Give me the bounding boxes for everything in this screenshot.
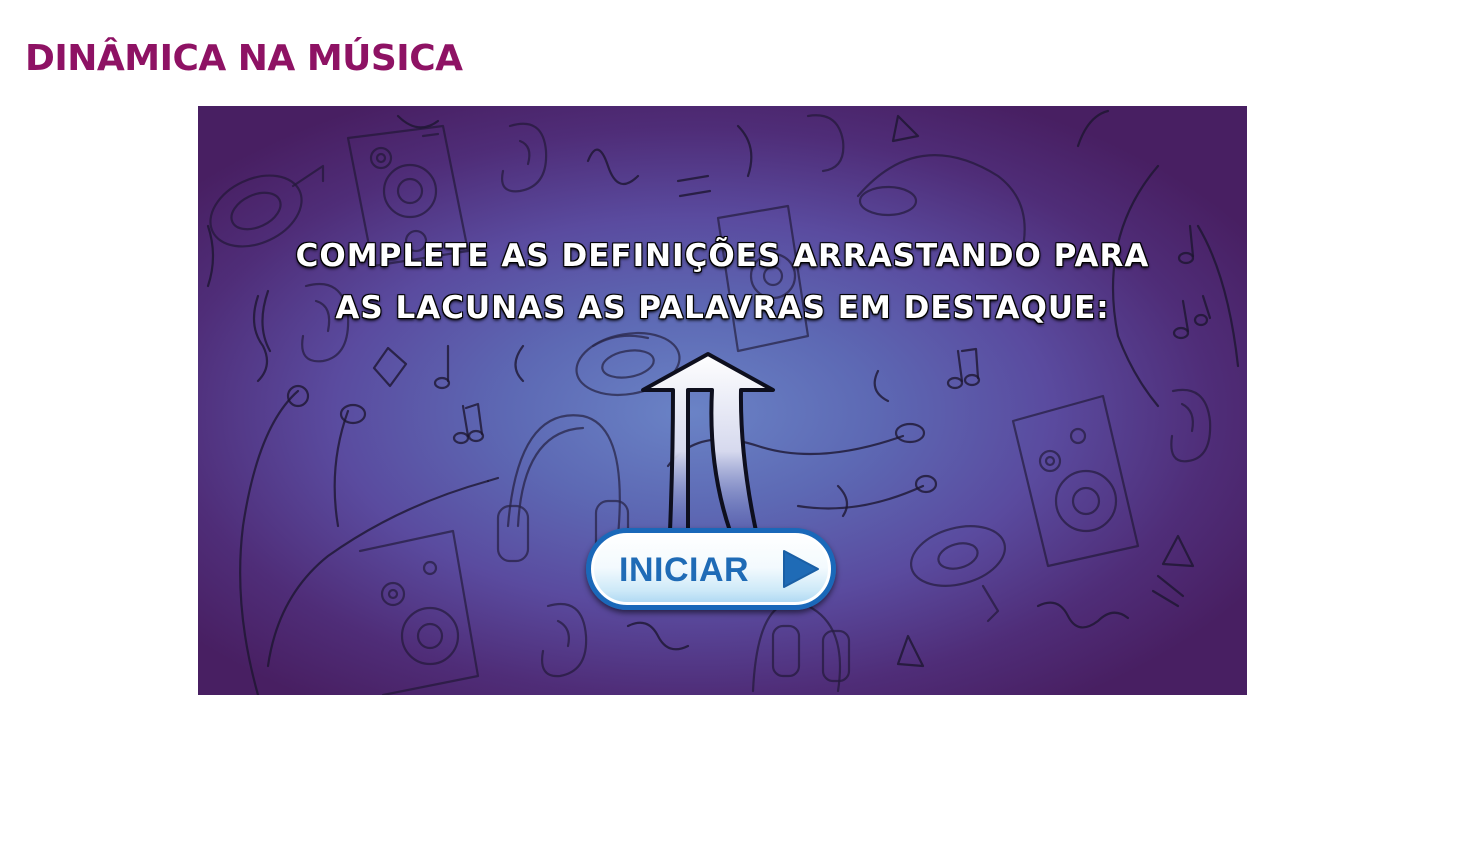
instruction-line-2: AS LACUNAS AS PALAVRAS EM DESTAQUE: [335, 290, 1110, 326]
start-button[interactable]: INICIAR [586, 528, 836, 610]
up-arrow-icon [641, 352, 775, 533]
page-title: DINÂMICA NA MÚSICA [25, 38, 463, 79]
activity-stage: COMPLETE AS DEFINIÇÕES ARRASTANDO PARA A… [198, 106, 1247, 695]
play-icon [783, 550, 819, 588]
start-button-label: INICIAR [619, 551, 750, 589]
instruction-line-1: COMPLETE AS DEFINIÇÕES ARRASTANDO PARA [295, 238, 1150, 274]
instruction-text: COMPLETE AS DEFINIÇÕES ARRASTANDO PARA A… [198, 230, 1247, 334]
